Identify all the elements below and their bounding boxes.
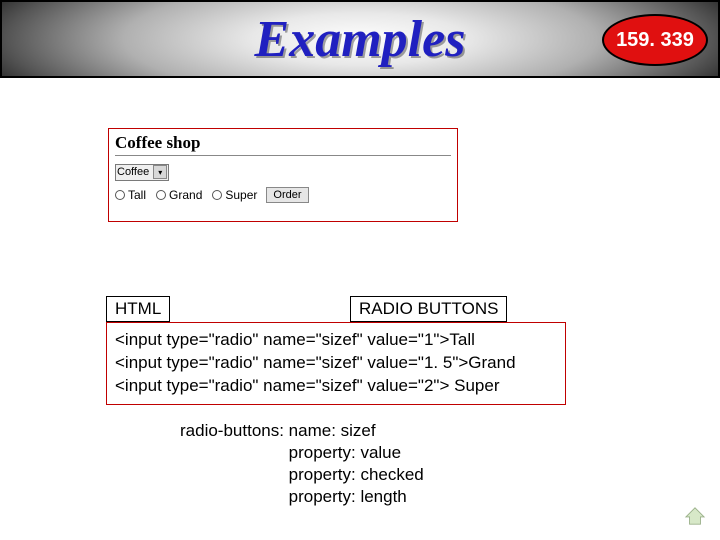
properties-text: radio-buttons: name: sizef property: val…: [180, 420, 424, 508]
select-value: Coffee: [117, 166, 149, 178]
radio-label: Super: [225, 188, 257, 202]
radio-super[interactable]: [212, 190, 222, 200]
slide-title: Examples: [255, 10, 466, 69]
code-line: <input type="radio" name="sizef" value="…: [115, 353, 516, 372]
slide-number-badge: 159. 339: [602, 14, 708, 66]
radio-label: Grand: [169, 188, 202, 202]
radio-label: Tall: [128, 188, 146, 202]
form-preview: Coffee shop Coffee ▾ Tall Grand Super Or…: [108, 128, 458, 222]
label-radio-buttons: RADIO BUTTONS: [350, 296, 507, 322]
home-icon[interactable]: [684, 506, 706, 526]
radio-tall[interactable]: [115, 190, 125, 200]
slide-header: Examples 159. 339: [0, 0, 720, 78]
select-row: Coffee ▾: [115, 162, 451, 181]
chevron-down-icon: ▾: [153, 165, 167, 179]
label-html: HTML: [106, 296, 170, 322]
divider: [115, 155, 451, 156]
form-title: Coffee shop: [115, 133, 451, 153]
code-snippet: <input type="radio" name="sizef" value="…: [106, 322, 566, 405]
radio-grand[interactable]: [156, 190, 166, 200]
code-line: <input type="radio" name="sizef" value="…: [115, 376, 499, 395]
radio-row: Tall Grand Super Order: [115, 187, 451, 203]
code-line: <input type="radio" name="sizef" value="…: [115, 330, 475, 349]
coffee-select[interactable]: Coffee ▾: [115, 164, 169, 181]
order-button[interactable]: Order: [266, 187, 308, 203]
